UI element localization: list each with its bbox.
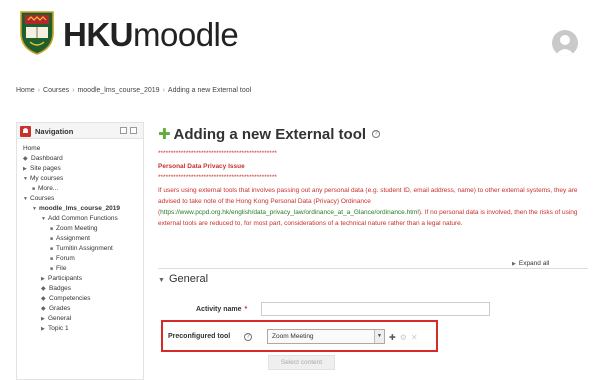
page-title: Adding a new External tool xyxy=(173,125,367,143)
collapsed-triangle-icon[interactable]: ▶ xyxy=(41,274,48,284)
breadcrumb-current: Adding a new External tool xyxy=(167,87,252,94)
edit-tool-gear-icon[interactable]: ⚙ xyxy=(400,333,407,342)
site-header: HKUmoodle xyxy=(0,0,600,80)
page-heading: ✚ Adding a new External tool ? xyxy=(158,125,381,147)
section-title: General xyxy=(168,273,209,285)
expand-triangle-icon: ▶ xyxy=(512,261,516,267)
nav-item-participants[interactable]: ▶ Participants xyxy=(23,274,143,284)
nav-item-label: Badges xyxy=(49,285,72,292)
nav-item-label: Site pages xyxy=(30,165,61,172)
navigation-header: ☗ Navigation xyxy=(17,123,143,139)
nav-item-site-pages[interactable]: ▶ Site pages xyxy=(23,164,143,174)
nav-item-home[interactable]: Home xyxy=(23,144,143,154)
nav-item-label: Courses xyxy=(30,195,55,202)
nav-item-label: moodle_lms_course_2019 xyxy=(39,205,120,212)
nav-item-general[interactable]: ▶ General xyxy=(23,314,143,324)
required-icon: * xyxy=(244,306,248,313)
hku-crest-icon[interactable] xyxy=(18,9,56,55)
nav-item-zoom-meeting[interactable]: ■ Zoom Meeting xyxy=(23,224,143,234)
nav-item-label: Add Common Functions xyxy=(48,215,118,222)
expanded-triangle-icon[interactable]: ▼ xyxy=(41,214,48,224)
privacy-divider-top: ****************************************… xyxy=(158,150,277,157)
breadcrumb-course[interactable]: moodle_lms_course_2019 xyxy=(77,87,159,94)
navigation-tree: Home ◆ Dashboard ▶ Site pages ▼ My courses ■ Mor… xyxy=(17,139,143,334)
nav-item-label: Grades xyxy=(49,305,71,312)
puzzle-piece-icon: ✚ xyxy=(158,126,171,143)
collapsed-triangle-icon[interactable]: ▶ xyxy=(41,324,48,334)
nav-item-label: Dashboard xyxy=(31,155,63,162)
preconfigured-tool-label: Preconfigured tool xyxy=(168,333,231,340)
nav-item-dashboard[interactable]: ◆ Dashboard xyxy=(23,154,143,164)
nav-item-competencies[interactable]: ◆ Competencies xyxy=(23,294,143,304)
expanded-triangle-icon[interactable]: ▼ xyxy=(23,194,30,204)
activity-name-input[interactable] xyxy=(261,302,490,316)
nav-item-label: Competencies xyxy=(49,295,91,302)
nav-item-forum[interactable]: ■ Forum xyxy=(23,254,143,264)
privacy-notice: ****************************************… xyxy=(158,148,588,229)
brand-bold: HKU xyxy=(63,16,134,53)
expand-all-link[interactable]: ▶ Expand all xyxy=(512,260,549,267)
site-brand[interactable]: HKUmoodle xyxy=(63,16,239,54)
general-section-toggle[interactable]: ▼ General xyxy=(158,273,208,285)
nav-item-badges[interactable]: ◆ Badges xyxy=(23,284,143,294)
activity-name-label: Activity name * xyxy=(196,306,247,313)
nav-item-label: File xyxy=(56,265,67,272)
nav-item-label: Turnitin Assignment xyxy=(56,245,113,252)
navigation-title: Navigation xyxy=(35,127,74,136)
tool-actions: ✚ ⚙ ✕ xyxy=(389,333,422,342)
nav-item-grades[interactable]: ◆ Grades xyxy=(23,304,143,314)
user-avatar-icon[interactable] xyxy=(552,30,578,56)
dropdown-arrow-icon: ▼ xyxy=(374,330,384,343)
nav-item-assignment[interactable]: ■ Assignment xyxy=(23,234,143,244)
nav-item-icon: ◆ xyxy=(41,306,46,312)
breadcrumb-courses[interactable]: Courses xyxy=(43,87,69,94)
nav-item-icon: ◆ xyxy=(23,156,28,162)
preconfigured-tool-select[interactable]: Zoom Meeting ▼ xyxy=(267,329,385,344)
nav-item-moodle-lms-course-2019[interactable]: ▼ moodle_lms_course_2019 xyxy=(23,204,143,214)
collapsed-triangle-icon[interactable]: ▶ xyxy=(41,314,48,324)
nav-item-label: More... xyxy=(38,185,59,192)
help-icon[interactable]: ? xyxy=(372,130,381,138)
nav-item-file[interactable]: ■ File xyxy=(23,264,143,274)
nav-item-label: Zoom Meeting xyxy=(56,225,98,232)
dock-block-icon[interactable] xyxy=(120,127,127,134)
nav-item-more[interactable]: ■ More... xyxy=(23,184,143,194)
nav-item-label: Assignment xyxy=(56,235,90,242)
nav-item-label: Forum xyxy=(56,255,75,262)
nav-item-my-courses[interactable]: ▼ My courses xyxy=(23,174,143,184)
add-tool-icon[interactable]: ✚ xyxy=(389,333,396,342)
nav-item-add-common-functions[interactable]: ▼ Add Common Functions xyxy=(23,214,143,224)
collapse-triangle-icon: ▼ xyxy=(158,277,165,284)
nav-item-label: My courses xyxy=(30,175,64,182)
pcpd-ordinance-link[interactable]: https://www.pcpd.org.hk/english/data_pri… xyxy=(160,209,419,216)
nav-item-label: Topic 1 xyxy=(48,325,69,332)
select-content-button[interactable]: Select content xyxy=(268,355,335,370)
nav-item-turnitin-assignment[interactable]: ■ Turnitin Assignment xyxy=(23,244,143,254)
block-actions-icon[interactable] xyxy=(130,127,137,134)
breadcrumb-home[interactable]: Home xyxy=(16,87,35,94)
privacy-heading: Personal Data Privacy Issue xyxy=(158,163,245,170)
expanded-triangle-icon[interactable]: ▼ xyxy=(32,204,39,214)
nav-item-icon: ◆ xyxy=(41,286,46,292)
section-divider xyxy=(158,268,588,269)
privacy-paragraph: If users using external tools that invol… xyxy=(158,185,588,229)
activity-name-text: Activity name xyxy=(196,306,242,313)
expand-all-label: Expand all xyxy=(518,260,550,267)
expanded-triangle-icon[interactable]: ▼ xyxy=(23,174,30,184)
brand-light: moodle xyxy=(133,16,239,53)
nav-item-label: Participants xyxy=(48,275,82,282)
privacy-divider-bottom: ****************************************… xyxy=(158,174,277,181)
preconfigured-tool-value: Zoom Meeting xyxy=(272,333,314,340)
nav-item-label: Home xyxy=(23,145,41,152)
navigation-icon: ☗ xyxy=(20,126,31,137)
breadcrumb: Home › Courses › moodle_lms_course_2019 › Addi… xyxy=(16,87,252,94)
nav-item-courses[interactable]: ▼ Courses xyxy=(23,194,143,204)
nav-item-label: General xyxy=(48,315,72,322)
nav-item-icon: ◆ xyxy=(41,296,46,302)
nav-item-topic-1[interactable]: ▶ Topic 1 xyxy=(23,324,143,334)
delete-tool-icon[interactable]: ✕ xyxy=(411,333,418,342)
preconfigured-help-icon[interactable]: ? xyxy=(244,333,252,341)
navigation-block: ☗ Navigation Home ◆ Dashboard ▶ Site pages ▼ M… xyxy=(16,122,144,380)
collapsed-triangle-icon[interactable]: ▶ xyxy=(23,164,30,174)
